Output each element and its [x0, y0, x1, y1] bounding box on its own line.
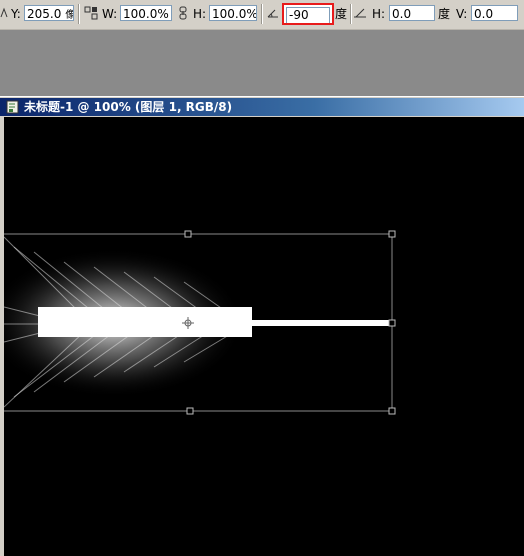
- light-bar: [38, 307, 252, 337]
- skew-h-unit: 度: [438, 7, 451, 21]
- y-position-value: 205.0: [27, 7, 62, 21]
- rotate-angle-value: -90: [286, 7, 330, 23]
- handle-bottom-right[interactable]: [388, 407, 396, 415]
- w-label: W:: [102, 7, 118, 21]
- height-scale-input[interactable]: 100.0%: [209, 5, 257, 21]
- handle-top-center[interactable]: [184, 230, 192, 238]
- handle-middle-right[interactable]: [388, 319, 396, 327]
- skew-h-label: H:: [372, 7, 386, 21]
- h-label: H:: [193, 7, 207, 21]
- canvas-artwork: [4, 230, 396, 415]
- skew-icon: [354, 8, 366, 18]
- relative-position-icon[interactable]: [84, 6, 98, 20]
- document-icon: [6, 100, 19, 114]
- y-label: Y:: [11, 7, 21, 21]
- handle-bottom-center[interactable]: [186, 407, 194, 415]
- y-position-input[interactable]: 205.0 像: [24, 5, 74, 21]
- skew-h-input[interactable]: 0.0: [389, 5, 435, 21]
- rotate-unit: 度: [335, 7, 348, 21]
- link-icon[interactable]: [176, 6, 190, 20]
- options-bar: Y: 205.0 像 W: 100.0% H: 100.0% -90 度 H: …: [0, 0, 524, 30]
- skew-v-label: V:: [456, 7, 468, 21]
- light-beam: [252, 320, 392, 326]
- rotate-angle-icon: [267, 9, 278, 18]
- document-window: 未标题-1 @ 100% (图层 1, RGB/8): [0, 96, 524, 556]
- document-title: 未标题-1 @ 100% (图层 1, RGB/8): [24, 100, 233, 114]
- skew-v-input[interactable]: 0.0: [471, 5, 518, 21]
- y-position-unit: 像: [65, 10, 73, 20]
- canvas[interactable]: [4, 117, 524, 556]
- reference-point-icon: [0, 7, 8, 18]
- width-scale-input[interactable]: 100.0%: [120, 5, 172, 21]
- workspace-background: [0, 30, 524, 96]
- rotate-angle-input[interactable]: -90: [282, 3, 334, 25]
- document-titlebar[interactable]: 未标题-1 @ 100% (图层 1, RGB/8): [0, 98, 524, 116]
- handle-top-right[interactable]: [388, 230, 396, 238]
